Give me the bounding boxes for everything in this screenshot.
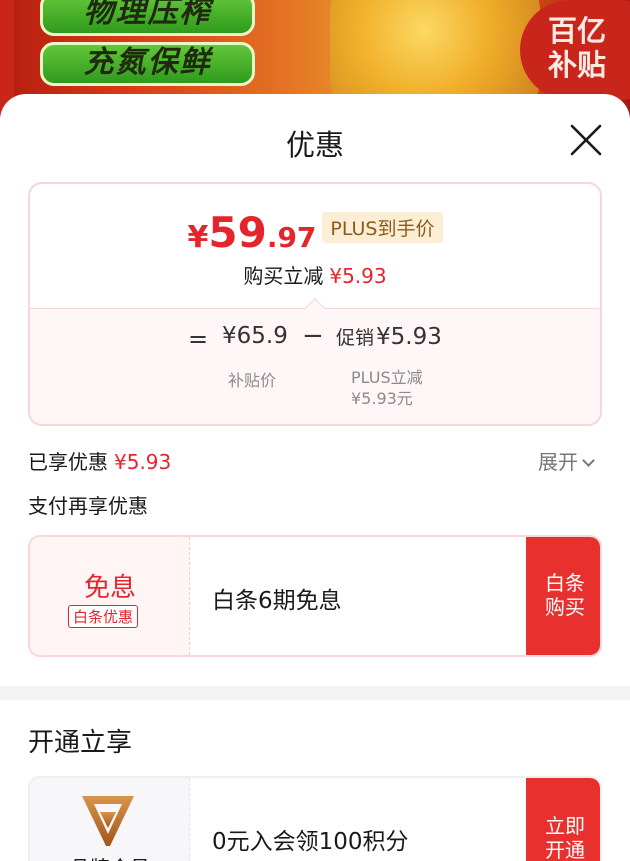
enjoyed-discount: 已享优惠 ¥5.93: [28, 446, 171, 475]
subsidy-badge-line-2: 补贴: [548, 48, 607, 82]
subsidy-badge: 百亿 补贴: [520, 0, 630, 100]
member-logo-area: 品牌会员: [30, 778, 190, 861]
open-membership-button[interactable]: 立即 开通: [526, 778, 600, 861]
final-price: ¥59.97 PLUS到手价: [30, 208, 600, 257]
price-currency: ¥: [187, 220, 209, 255]
promo-deduction: 促销¥5.93: [336, 323, 442, 350]
promo-tag: 白条优惠: [68, 605, 139, 628]
reduce-label: 购买立减: [243, 264, 324, 288]
price-decimal: .97: [266, 221, 317, 254]
baitiao-buy-line-2: 购买: [545, 595, 585, 619]
price-card: ¥59.97 PLUS到手价 购买立减 ¥5.93 = ¥65.9 − 促销¥5.9…: [28, 182, 602, 426]
close-icon[interactable]: [568, 122, 604, 158]
open-membership-line-2: 开通: [545, 838, 585, 861]
plus-reduce-label: PLUS立减: [351, 368, 423, 387]
expand-label: 展开: [538, 450, 578, 474]
baitiao-promo-card[interactable]: 免息 白条优惠 白条6期免息 白条 购买: [28, 535, 602, 657]
enjoyed-amount: ¥5.93: [114, 450, 172, 474]
subsidy-label: 补贴价: [228, 371, 277, 390]
purchase-reduce: 购买立减 ¥5.93: [30, 260, 600, 289]
promo-badge-area: 免息 白条优惠: [30, 537, 190, 655]
price-breakdown: = ¥65.9 − 促销¥5.93 补贴价 PLUS立减 ¥5.93元: [30, 298, 600, 424]
banner-pill-1: 物理压榨: [40, 0, 255, 36]
member-card[interactable]: 品牌会员 0元入会领100积分 立即 开通: [28, 776, 602, 861]
plus-reduce-note: PLUS立减 ¥5.93元: [351, 367, 423, 409]
open-section-title: 开通立享: [28, 728, 133, 758]
baitiao-buy-button[interactable]: 白条 购买: [526, 537, 600, 655]
brand-logo-icon: [82, 796, 134, 846]
section-divider: [0, 686, 630, 700]
breakdown-caret: [305, 298, 325, 318]
minus-sign: −: [302, 321, 324, 351]
expand-toggle[interactable]: 展开: [538, 446, 595, 475]
subsidy-price: ¥65.9: [222, 323, 288, 349]
enjoyed-label: 已享优惠: [28, 450, 108, 474]
pay-again-label: 支付再享优惠: [28, 494, 148, 518]
discount-sheet: 优惠 ¥59.97 PLUS到手价 购买立减 ¥5.93 = ¥65.9 − 促销¥…: [0, 94, 630, 861]
plus-reduce-amount: ¥5.93元: [351, 389, 413, 408]
banner-pill-2: 充氮保鲜: [40, 42, 255, 86]
promo-title: 白条6期免息: [212, 588, 342, 614]
chevron-down-icon: [582, 454, 595, 467]
promo-label: 促销: [336, 327, 375, 349]
sheet-title: 优惠: [285, 128, 344, 162]
plus-price-tag: PLUS到手价: [322, 212, 443, 243]
reduce-amount: ¥5.93: [329, 264, 387, 288]
baitiao-buy-line-1: 白条: [545, 571, 585, 595]
equals-sign: =: [188, 325, 209, 353]
price-integer: 59: [208, 208, 267, 257]
subsidy-badge-line-1: 百亿: [548, 14, 607, 48]
open-membership-line-1: 立即: [545, 814, 585, 838]
promo-amount: ¥5.93: [376, 324, 442, 350]
member-title: 0元入会领100积分: [212, 829, 409, 855]
promo-headline: 免息: [83, 573, 136, 603]
member-name: 品牌会员: [30, 852, 190, 861]
